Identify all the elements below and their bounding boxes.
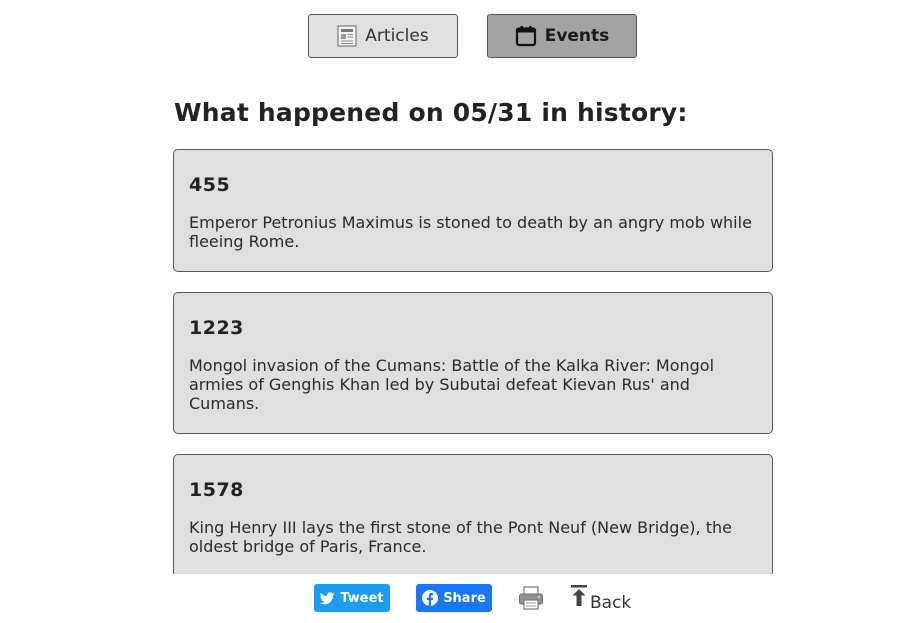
calendar-icon xyxy=(515,25,537,47)
tab-events-label: Events xyxy=(544,26,610,46)
facebook-icon xyxy=(422,590,439,606)
event-text: King Henry III lays the first stone of t… xyxy=(189,518,732,556)
event-year: 455 xyxy=(189,174,231,196)
event-year: 1223 xyxy=(189,317,244,339)
event-text: Emperor Petronius Maximus is stoned to d… xyxy=(189,213,752,251)
twitter-bird-icon xyxy=(320,591,336,605)
share-label: Share xyxy=(443,590,486,606)
tab-bar: Articles Events xyxy=(0,14,922,60)
event-year: 1578 xyxy=(189,479,244,501)
event-text: Mongol invasion of the Cumans: Battle of… xyxy=(189,356,715,413)
event-card: 1223 Mongol invasion of the Cumans: Batt… xyxy=(173,292,773,434)
tab-articles-label: Articles xyxy=(365,26,429,46)
newspaper-icon xyxy=(337,25,357,47)
event-card: 455 Emperor Petronius Maximus is stoned … xyxy=(173,149,773,272)
tab-articles[interactable]: Articles xyxy=(308,14,458,58)
events-list: 455 Emperor Petronius Maximus is stoned … xyxy=(173,149,773,574)
event-card: 1578 King Henry III lays the first stone… xyxy=(173,454,773,574)
footer-bar: Tweet Share Back xyxy=(0,574,922,623)
share-button[interactable]: Share xyxy=(416,584,492,612)
tweet-button[interactable]: Tweet xyxy=(314,584,390,612)
arrow-up-to-top-icon xyxy=(570,584,588,612)
page-title: What happened on 05/31 in history: xyxy=(174,98,688,127)
tweet-label: Tweet xyxy=(340,590,384,606)
tab-events[interactable]: Events xyxy=(487,14,637,58)
back-to-top-link[interactable]: Back xyxy=(570,584,631,612)
printer-icon xyxy=(518,586,544,614)
print-button[interactable] xyxy=(518,586,544,614)
back-label: Back xyxy=(590,593,632,613)
